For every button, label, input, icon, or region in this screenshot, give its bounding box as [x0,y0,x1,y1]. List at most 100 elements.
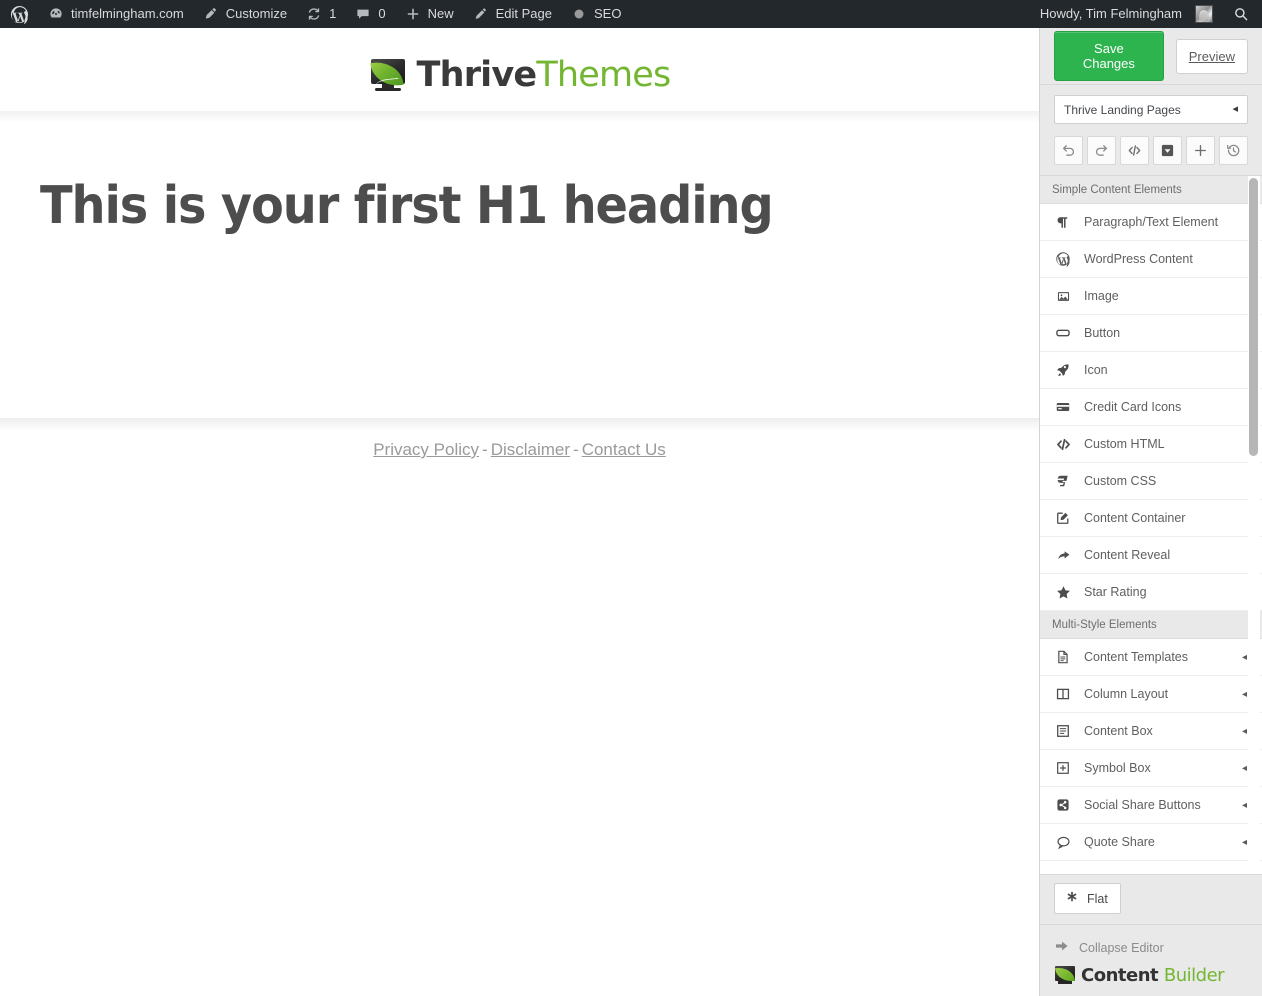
element-list: Simple Content Elements Paragraph/Text E… [1040,176,1262,861]
admin-bar-left-group: timfelmingham.com Customize 1 0 New Edit… [0,0,630,28]
redo-button[interactable] [1087,136,1116,165]
circle-icon [570,5,588,23]
seo-menu[interactable]: SEO [561,0,630,28]
edit-page-menu[interactable]: Edit Page [463,0,561,28]
arrow-right-icon [1054,938,1070,957]
element-social-share-buttons[interactable]: Social Share Buttons ◂ [1040,787,1262,824]
share-nodes-icon [1052,795,1074,815]
collapse-editor-label: Collapse Editor [1079,940,1164,955]
footer-link-contact-us[interactable]: Contact Us [582,440,666,459]
sidebar-footer: Collapse Editor Content Builder [1040,925,1262,996]
element-custom-html[interactable]: Custom HTML [1040,426,1262,463]
page-content-area[interactable]: This is your first H1 heading [0,122,1039,431]
edit-page-label: Edit Page [495,6,552,21]
element-content-templates[interactable]: Content Templates ◂ [1040,639,1262,676]
element-custom-css[interactable]: Custom CSS [1040,463,1262,500]
image-icon [1052,286,1074,306]
speech-bubble-icon [1052,832,1074,852]
thrive-themes-logo[interactable]: ThriveThemes [369,55,671,95]
code-icon [1126,142,1143,159]
undo-icon [1060,142,1077,159]
columns-icon [1052,684,1074,704]
credit-card-icon [1052,397,1074,417]
content-builder-logo-icon [1054,965,1076,985]
chevron-left-icon: ◂ [1232,103,1238,115]
comments-count: 0 [378,6,386,21]
thrive-themes-wordmark: ThriveThemes [416,55,672,95]
collapse-editor-button[interactable]: Collapse Editor [1054,938,1250,957]
element-list-scrollbar-track[interactable] [1248,176,1260,874]
footer-link-disclaimer[interactable]: Disclaimer [491,440,570,459]
add-element-button[interactable] [1186,136,1215,165]
element-content-container[interactable]: Content Container [1040,500,1262,537]
element-wordpress-content[interactable]: WordPress Content [1040,241,1262,278]
css3-icon [1052,471,1074,491]
howdy-label: Howdy, Tim Felmingham [1039,6,1182,21]
element-button[interactable]: Button [1040,315,1262,352]
preview-button[interactable]: Preview [1175,38,1248,74]
refresh-icon [305,5,323,23]
element-label: Content Reveal [1084,548,1171,562]
element-quote-share[interactable]: Quote Share ◂ [1040,824,1262,861]
logo-word-thrive: Thrive [416,55,538,95]
save-changes-button[interactable]: Save Changes [1054,31,1164,81]
element-symbol-box[interactable]: Symbol Box ◂ [1040,750,1262,787]
admin-search-button[interactable] [1222,0,1262,28]
element-label: Paragraph/Text Element [1084,215,1219,229]
new-content-menu[interactable]: New [395,0,463,28]
share-arrow-icon [1052,545,1074,565]
template-select-value: Thrive Landing Pages [1064,102,1181,117]
rocket-icon [1052,360,1074,380]
asterisk-icon [1065,890,1079,907]
site-footer: Privacy Policy - Disclaimer - Contact Us [0,440,1039,460]
element-image[interactable]: Image [1040,278,1262,315]
updates-menu[interactable]: 1 [296,0,345,28]
revision-history-button[interactable] [1219,136,1248,165]
redo-icon [1093,142,1110,159]
element-star-rating[interactable]: Star Rating [1040,574,1262,611]
skin-button[interactable]: Flat [1054,883,1121,914]
undo-button[interactable] [1054,136,1083,165]
element-list-scrollbar-thumb[interactable] [1249,178,1258,456]
updates-count: 1 [329,6,337,21]
element-label: Credit Card Icons [1084,400,1182,414]
element-label: Custom CSS [1084,474,1157,488]
element-content-reveal[interactable]: Content Reveal [1040,537,1262,574]
code-button[interactable] [1120,136,1149,165]
wp-admin-bar: timfelmingham.com Customize 1 0 New Edit… [0,0,1262,28]
site-name-label: timfelmingham.com [71,6,184,21]
code-icon [1052,434,1074,454]
page-title[interactable]: This is your first H1 heading [40,177,922,235]
element-paragraph-text-element[interactable]: Paragraph/Text Element [1040,204,1262,241]
wordpress-icon [1052,249,1074,269]
element-label: Custom HTML [1084,437,1165,451]
footer-separator-2: - [573,440,579,459]
template-select[interactable]: Thrive Landing Pages ◂ [1054,95,1248,124]
customize-label: Customize [225,6,288,21]
plus-box-icon [1052,758,1074,778]
element-label: Column Layout [1084,687,1169,701]
pilcrow-icon [1052,212,1074,232]
element-content-box[interactable]: Content Box ◂ [1040,713,1262,750]
element-label: Content Container [1084,511,1186,525]
element-label: Image [1084,289,1119,303]
element-credit-card-icons[interactable]: Credit Card Icons [1040,389,1262,426]
edit-square-icon [1052,508,1074,528]
button-icon [1052,323,1074,343]
logo-word-themes: Themes [536,55,671,95]
comments-menu[interactable]: 0 [345,0,394,28]
element-label: Button [1084,326,1121,340]
comment-icon [354,5,372,23]
element-label: Star Rating [1084,585,1147,599]
site-header: ThriveThemes [0,28,1039,123]
element-icon[interactable]: Icon [1040,352,1262,389]
wp-logo-menu[interactable] [0,0,38,28]
skin-label: Flat [1087,891,1108,906]
customize-menu[interactable]: Customize [193,0,296,28]
element-column-layout[interactable]: Column Layout ◂ [1040,676,1262,713]
my-account-menu[interactable]: Howdy, Tim Felmingham [1031,0,1222,28]
site-name-menu[interactable]: timfelmingham.com [38,0,193,28]
footer-link-privacy-policy[interactable]: Privacy Policy [373,440,479,459]
save-box-button[interactable] [1153,136,1182,165]
brush-icon [202,5,220,23]
